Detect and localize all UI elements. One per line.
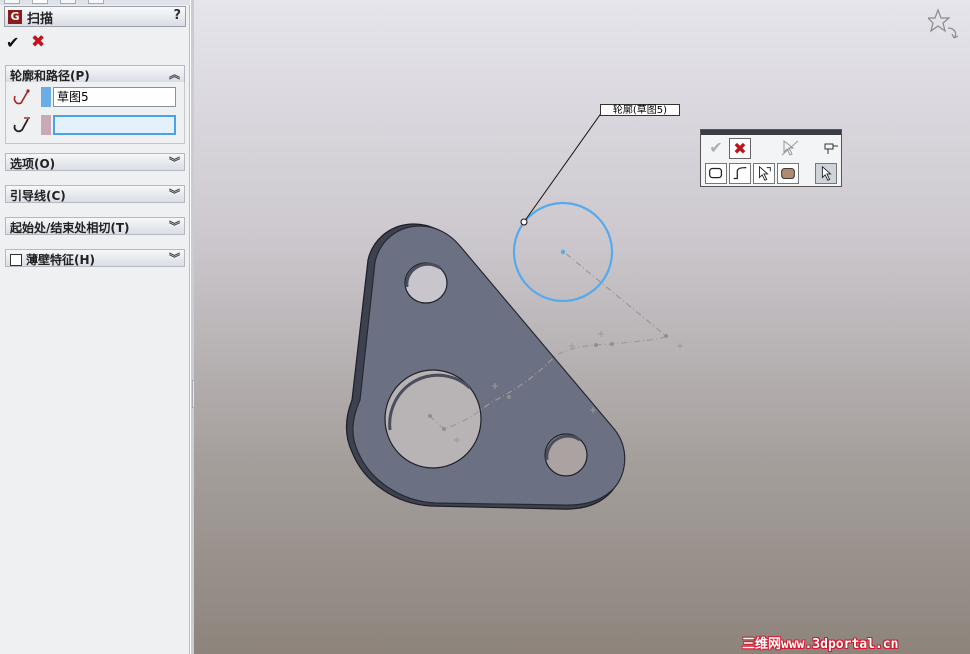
callout-leader xyxy=(523,111,603,223)
pointer-icon[interactable] xyxy=(815,163,837,184)
top-hole[interactable] xyxy=(404,262,448,304)
toolbar-title-bar[interactable] xyxy=(701,130,841,135)
selection-context-toolbar: ✔ ✖ xyxy=(700,129,842,187)
select-chain-icon[interactable] xyxy=(753,163,775,184)
face-icon[interactable] xyxy=(777,163,799,184)
view-orientation-icon[interactable] xyxy=(928,6,962,42)
pin-icon[interactable] xyxy=(819,136,841,157)
closed-loop-icon[interactable] xyxy=(705,163,727,184)
profile-callout-label[interactable]: 轮廓(草图5) xyxy=(600,104,680,116)
model-view xyxy=(345,111,683,510)
open-curve-icon[interactable] xyxy=(729,163,751,184)
callout-anchor xyxy=(520,218,528,226)
cancel-icon[interactable]: ✖ xyxy=(729,138,751,159)
profile-center xyxy=(560,249,566,255)
ok-icon[interactable]: ✔ xyxy=(705,138,727,159)
hide-icon[interactable] xyxy=(779,138,801,159)
watermark-text: 三维网www.3dportal.cn xyxy=(742,637,899,652)
right-hole[interactable] xyxy=(544,433,588,477)
